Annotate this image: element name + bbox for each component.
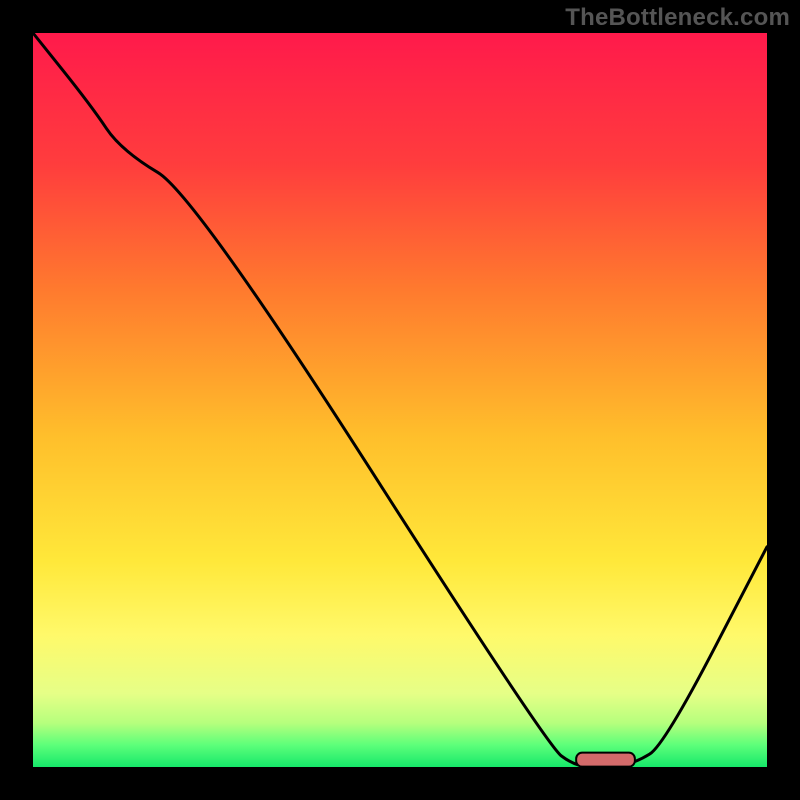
watermark-text: TheBottleneck.com bbox=[565, 4, 790, 32]
optimum-marker bbox=[576, 753, 635, 767]
bottleneck-chart bbox=[0, 0, 800, 800]
plot-background bbox=[33, 33, 767, 767]
chart-container: TheBottleneck.com bbox=[0, 0, 800, 800]
